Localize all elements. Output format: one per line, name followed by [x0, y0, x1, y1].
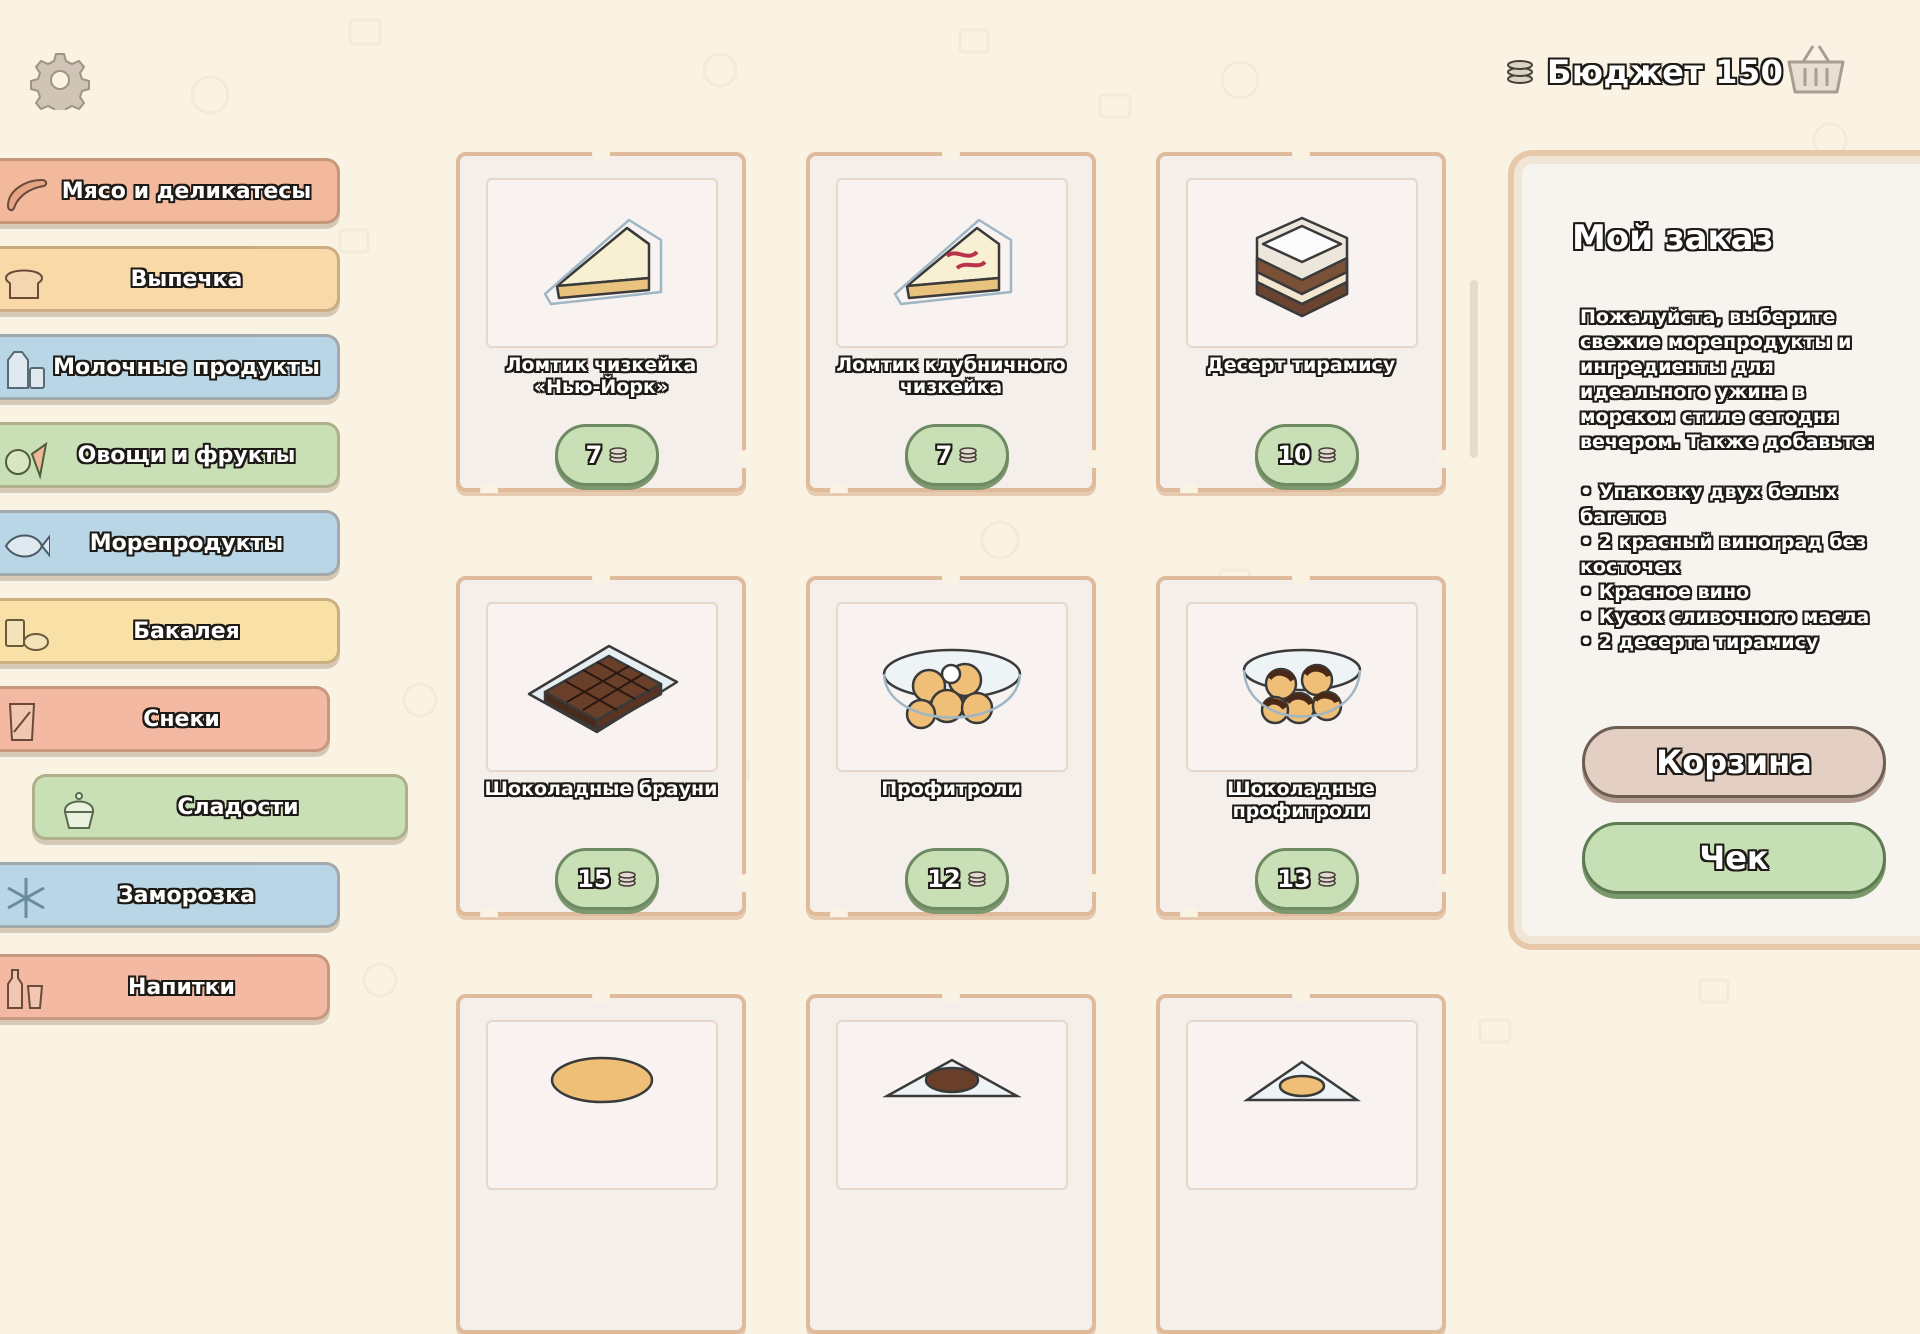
price-value: 13 — [1277, 865, 1311, 893]
basket-icon[interactable] — [1785, 40, 1847, 96]
check-button-label: Чек — [1699, 839, 1769, 877]
profiteroles-icon — [882, 648, 1022, 730]
order-title: Мой заказ — [1572, 218, 1774, 258]
category-label: Напитки — [128, 974, 235, 1000]
price-value: 15 — [577, 865, 611, 893]
product-name: Профитроли — [881, 778, 1021, 800]
product-photo — [1186, 602, 1418, 772]
product-name: Ломтик чизкейка «Нью-Йорк» — [505, 354, 697, 398]
price-value: 10 — [1277, 441, 1311, 469]
price-button[interactable]: 10 — [1255, 424, 1359, 486]
category-label: Мясо и деликатесы — [61, 178, 312, 204]
order-description: Пожалуйста, выберите свежие морепродукты… — [1580, 305, 1898, 655]
category-grocery[interactable]: Бакалея — [0, 598, 340, 664]
price-button[interactable]: 12 — [905, 848, 1009, 910]
category-label: Сладости — [177, 794, 299, 820]
category-bakery[interactable]: Выпечка — [0, 246, 340, 312]
category-label: Выпечка — [130, 266, 243, 292]
product-card-partial[interactable] — [806, 993, 1096, 1334]
category-seafood[interactable]: Морепродукты — [0, 510, 340, 576]
product-photo — [836, 1020, 1068, 1190]
dessert-icon — [882, 1058, 1022, 1098]
grocery-icon — [5, 619, 49, 651]
category-vegetables[interactable]: Овощи и фрукты — [0, 422, 340, 488]
check-button[interactable]: Чек — [1582, 822, 1886, 894]
order-item: • 2 десерта тирамису — [1580, 631, 1819, 653]
category-dairy[interactable]: Молочные продукты — [0, 334, 340, 400]
apple-carrot-icon — [5, 441, 48, 480]
brownies-icon — [527, 644, 679, 734]
product-photo — [836, 178, 1068, 348]
coins-icon — [617, 871, 636, 887]
product-scrollbar[interactable] — [1470, 280, 1478, 458]
coins-icon — [1317, 871, 1336, 887]
budget-label: Бюджет 150 — [1547, 53, 1784, 91]
product-name: Десерт тирамису — [1206, 354, 1396, 376]
cheesecake-icon — [543, 218, 663, 306]
price-value: 12 — [927, 865, 961, 893]
cart-button-label: Корзина — [1656, 743, 1812, 781]
milk-icon — [7, 351, 45, 389]
product-photo — [1186, 1020, 1418, 1190]
coins-icon — [959, 447, 978, 463]
coins-icon — [1507, 60, 1533, 84]
order-item: • 2 красный виноград без косточек — [1580, 531, 1867, 578]
price-button[interactable]: 7 — [555, 424, 659, 486]
category-label: Молочные продукты — [53, 354, 320, 380]
category-label: Заморозка — [118, 882, 255, 908]
price-button[interactable]: 13 — [1255, 848, 1359, 910]
product-card[interactable]: Десерт тирамису 10 — [1156, 151, 1447, 493]
price-value: 7 — [585, 441, 603, 469]
sausage-icon — [6, 178, 48, 212]
order-item: • Упаковку двух белых багетов — [1580, 481, 1838, 528]
category-label: Снеки — [143, 706, 220, 732]
category-sweets[interactable]: Сладости — [32, 774, 408, 840]
bottles-icon — [7, 969, 44, 1009]
budget-display: Бюджет 150 — [1505, 50, 1783, 94]
strawberry-cheesecake-icon — [893, 218, 1013, 306]
product-photo — [486, 178, 718, 348]
category-drinks[interactable]: Напитки — [0, 954, 330, 1020]
cupcake-icon — [63, 792, 95, 829]
product-photo — [486, 1020, 718, 1190]
product-photo — [836, 602, 1068, 772]
product-card[interactable]: Шоколадные брауни 15 — [456, 575, 747, 917]
product-name: Ломтик клубничного чизкейка — [836, 354, 1066, 398]
coins-icon — [967, 871, 986, 887]
chocolate-profiteroles-icon — [1242, 648, 1362, 725]
price-value: 7 — [935, 441, 953, 469]
coins-icon — [609, 447, 628, 463]
fish-icon — [4, 534, 50, 558]
product-photo — [486, 602, 718, 772]
category-snacks[interactable]: Снеки — [0, 686, 330, 752]
product-card[interactable]: Шоколадные профитроли 13 — [1156, 575, 1447, 917]
order-item: • Красное вино — [1580, 581, 1750, 603]
category-frozen[interactable]: Заморозка — [0, 862, 340, 928]
category-label: Морепродукты — [89, 530, 284, 556]
bread-icon — [4, 269, 44, 299]
snack-bag-icon — [8, 703, 36, 741]
product-card[interactable]: Ломтик чизкейка «Нью-Йорк» 7 — [456, 151, 747, 493]
tiramisu-icon — [1255, 216, 1349, 318]
cart-button[interactable]: Корзина — [1582, 726, 1886, 798]
product-card-partial[interactable] — [456, 993, 746, 1334]
product-name: Шоколадные брауни — [484, 778, 718, 800]
product-card[interactable]: Ломтик клубничного чизкейка 7 — [806, 151, 1097, 493]
product-card-partial[interactable] — [1156, 993, 1446, 1334]
order-item: • Кусок сливочного масла — [1580, 606, 1870, 628]
product-name: Шоколадные профитроли — [1227, 778, 1375, 822]
product-card[interactable]: Профитроли 12 — [806, 575, 1097, 917]
coins-icon — [1317, 447, 1336, 463]
snowflake-icon — [7, 878, 45, 918]
order-intro: Пожалуйста, выберите свежие морепродукты… — [1580, 306, 1874, 453]
price-button[interactable]: 15 — [555, 848, 659, 910]
dessert-icon — [1242, 1060, 1362, 1102]
category-label: Бакалея — [133, 618, 240, 644]
product-photo — [1186, 178, 1418, 348]
category-meat[interactable]: Мясо и деликатесы — [0, 158, 340, 224]
category-label: Овощи и фрукты — [77, 442, 296, 468]
dessert-icon — [550, 1056, 654, 1104]
price-button[interactable]: 7 — [905, 424, 1009, 486]
settings-gear-icon[interactable] — [30, 50, 90, 110]
